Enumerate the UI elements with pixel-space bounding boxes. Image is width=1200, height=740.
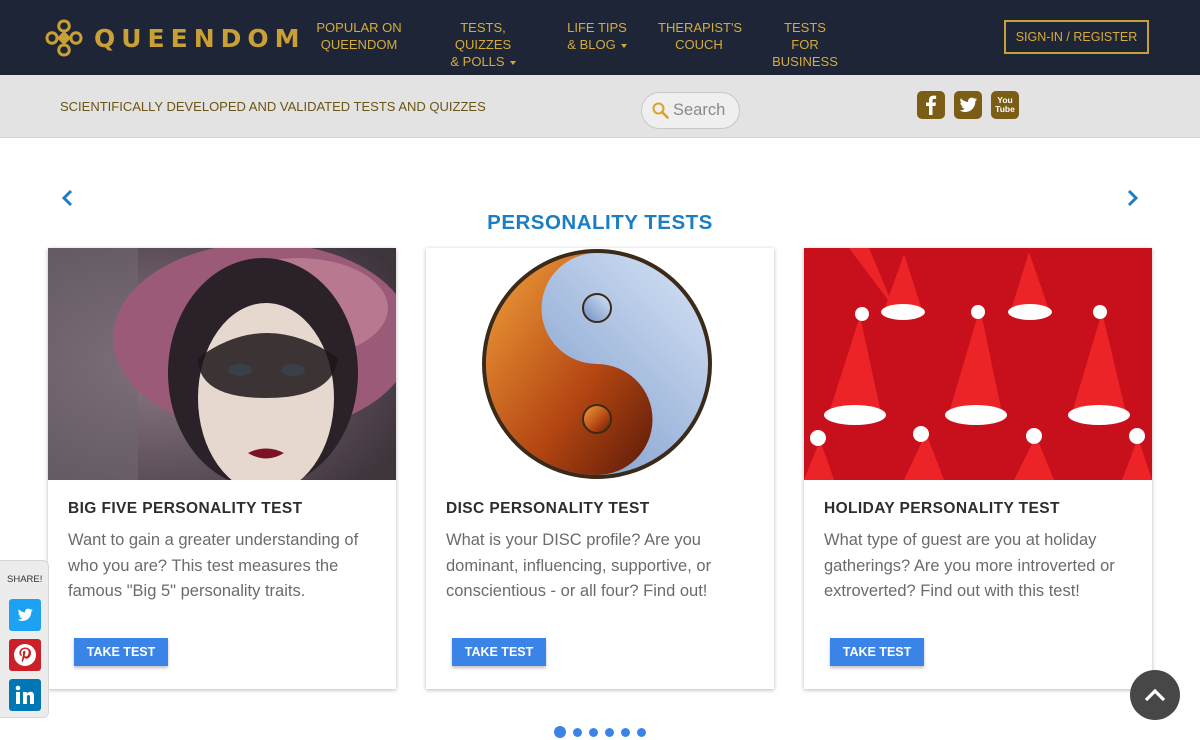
- facebook-icon[interactable]: [917, 91, 945, 119]
- take-test-button[interactable]: TAKE TEST: [452, 638, 546, 666]
- take-test-button[interactable]: TAKE TEST: [74, 638, 168, 666]
- test-card-disc: DISC PERSONALITY TEST What is your DISC …: [426, 248, 774, 689]
- card-image-santa-hats[interactable]: [804, 248, 1152, 480]
- chevron-down-icon: [509, 60, 516, 65]
- pinterest-glyph: [14, 644, 36, 666]
- nav-tests-label: TESTS, QUIZZES & POLLS: [450, 20, 512, 69]
- share-label: SHARE!: [7, 574, 43, 585]
- twitter-icon[interactable]: [954, 91, 982, 119]
- top-nav: QUEENDOM POPULAR ON QUEENDOM TESTS, QUIZ…: [0, 0, 1200, 75]
- card-title: DISC PERSONALITY TEST: [446, 500, 650, 517]
- carousel-pagination: [554, 726, 653, 738]
- section-title: PERSONALITY TESTS: [487, 211, 713, 234]
- logo-mark-icon: [45, 19, 83, 57]
- card-title: BIG FIVE PERSONALITY TEST: [68, 500, 303, 517]
- share-linkedin-icon[interactable]: [9, 679, 41, 711]
- signin-register-button[interactable]: SIGN-IN / REGISTER: [1004, 20, 1149, 54]
- pagination-dot[interactable]: [589, 727, 598, 737]
- nav-therapist-label: THERAPIST'S COUCH: [658, 20, 743, 52]
- search-input[interactable]: [673, 101, 739, 120]
- sub-bar: SCIENTIFICALLY DEVELOPED AND VALIDATED T…: [0, 75, 1200, 138]
- twitter-glyph: [17, 608, 33, 621]
- nav-business-label: TESTS FOR BUSINESS: [772, 20, 838, 69]
- share-twitter-icon[interactable]: [9, 599, 41, 631]
- test-card-holiday: HOLIDAY PERSONALITY TEST What type of gu…: [804, 248, 1152, 689]
- pagination-dot[interactable]: [621, 727, 630, 737]
- pagination-dot[interactable]: [605, 727, 614, 737]
- pagination-dot[interactable]: [573, 727, 582, 737]
- test-card-big-five: BIG FIVE PERSONALITY TEST Want to gain a…: [48, 248, 396, 689]
- nav-tests-for-business[interactable]: TESTS FOR BUSINESS: [770, 19, 840, 70]
- chevron-down-icon: [620, 43, 627, 48]
- card-image-yin-yang[interactable]: [426, 248, 774, 480]
- chevron-up-icon: [1144, 688, 1166, 702]
- tagline: SCIENTIFICALLY DEVELOPED AND VALIDATED T…: [60, 99, 486, 114]
- youtube-text: You Tube: [995, 95, 1015, 114]
- take-test-button[interactable]: TAKE TEST: [830, 638, 924, 666]
- nav-lifetips-label: LIFE TIPS & BLOG: [567, 20, 627, 52]
- nav-tests-quizzes-polls[interactable]: TESTS, QUIZZES & POLLS: [433, 19, 533, 70]
- nav-popular-label: POPULAR ON QUEENDOM: [316, 20, 402, 52]
- card-title: HOLIDAY PERSONALITY TEST: [824, 500, 1060, 517]
- search-icon: [652, 102, 669, 119]
- card-description: What is your DISC profile? Are you domin…: [446, 531, 712, 600]
- nav-popular[interactable]: POPULAR ON QUEENDOM: [316, 19, 402, 53]
- youtube-icon[interactable]: You Tube: [991, 91, 1019, 119]
- back-to-top-button[interactable]: [1130, 670, 1180, 720]
- share-pinterest-icon[interactable]: [9, 639, 41, 671]
- nav-life-tips[interactable]: LIFE TIPS & BLOG: [563, 19, 631, 53]
- card-description: Want to gain a greater understanding of …: [68, 531, 359, 600]
- share-panel: SHARE!: [0, 560, 49, 718]
- logo-text: QUEENDOM: [94, 23, 306, 53]
- logo[interactable]: QUEENDOM: [44, 18, 306, 58]
- carousel-prev-arrow-icon[interactable]: [58, 186, 78, 210]
- card-description: What type of guest are you at holiday ga…: [824, 531, 1115, 600]
- card-image-mask[interactable]: [48, 248, 396, 480]
- facebook-glyph: [926, 95, 937, 115]
- pagination-dot[interactable]: [637, 727, 646, 737]
- linkedin-glyph: [15, 685, 34, 704]
- carousel-next-arrow-icon[interactable]: [1122, 186, 1142, 210]
- pagination-dot[interactable]: [554, 726, 566, 738]
- twitter-glyph: [959, 97, 977, 112]
- search-box[interactable]: [641, 92, 740, 129]
- nav-therapists-couch[interactable]: THERAPIST'S COUCH: [658, 19, 743, 53]
